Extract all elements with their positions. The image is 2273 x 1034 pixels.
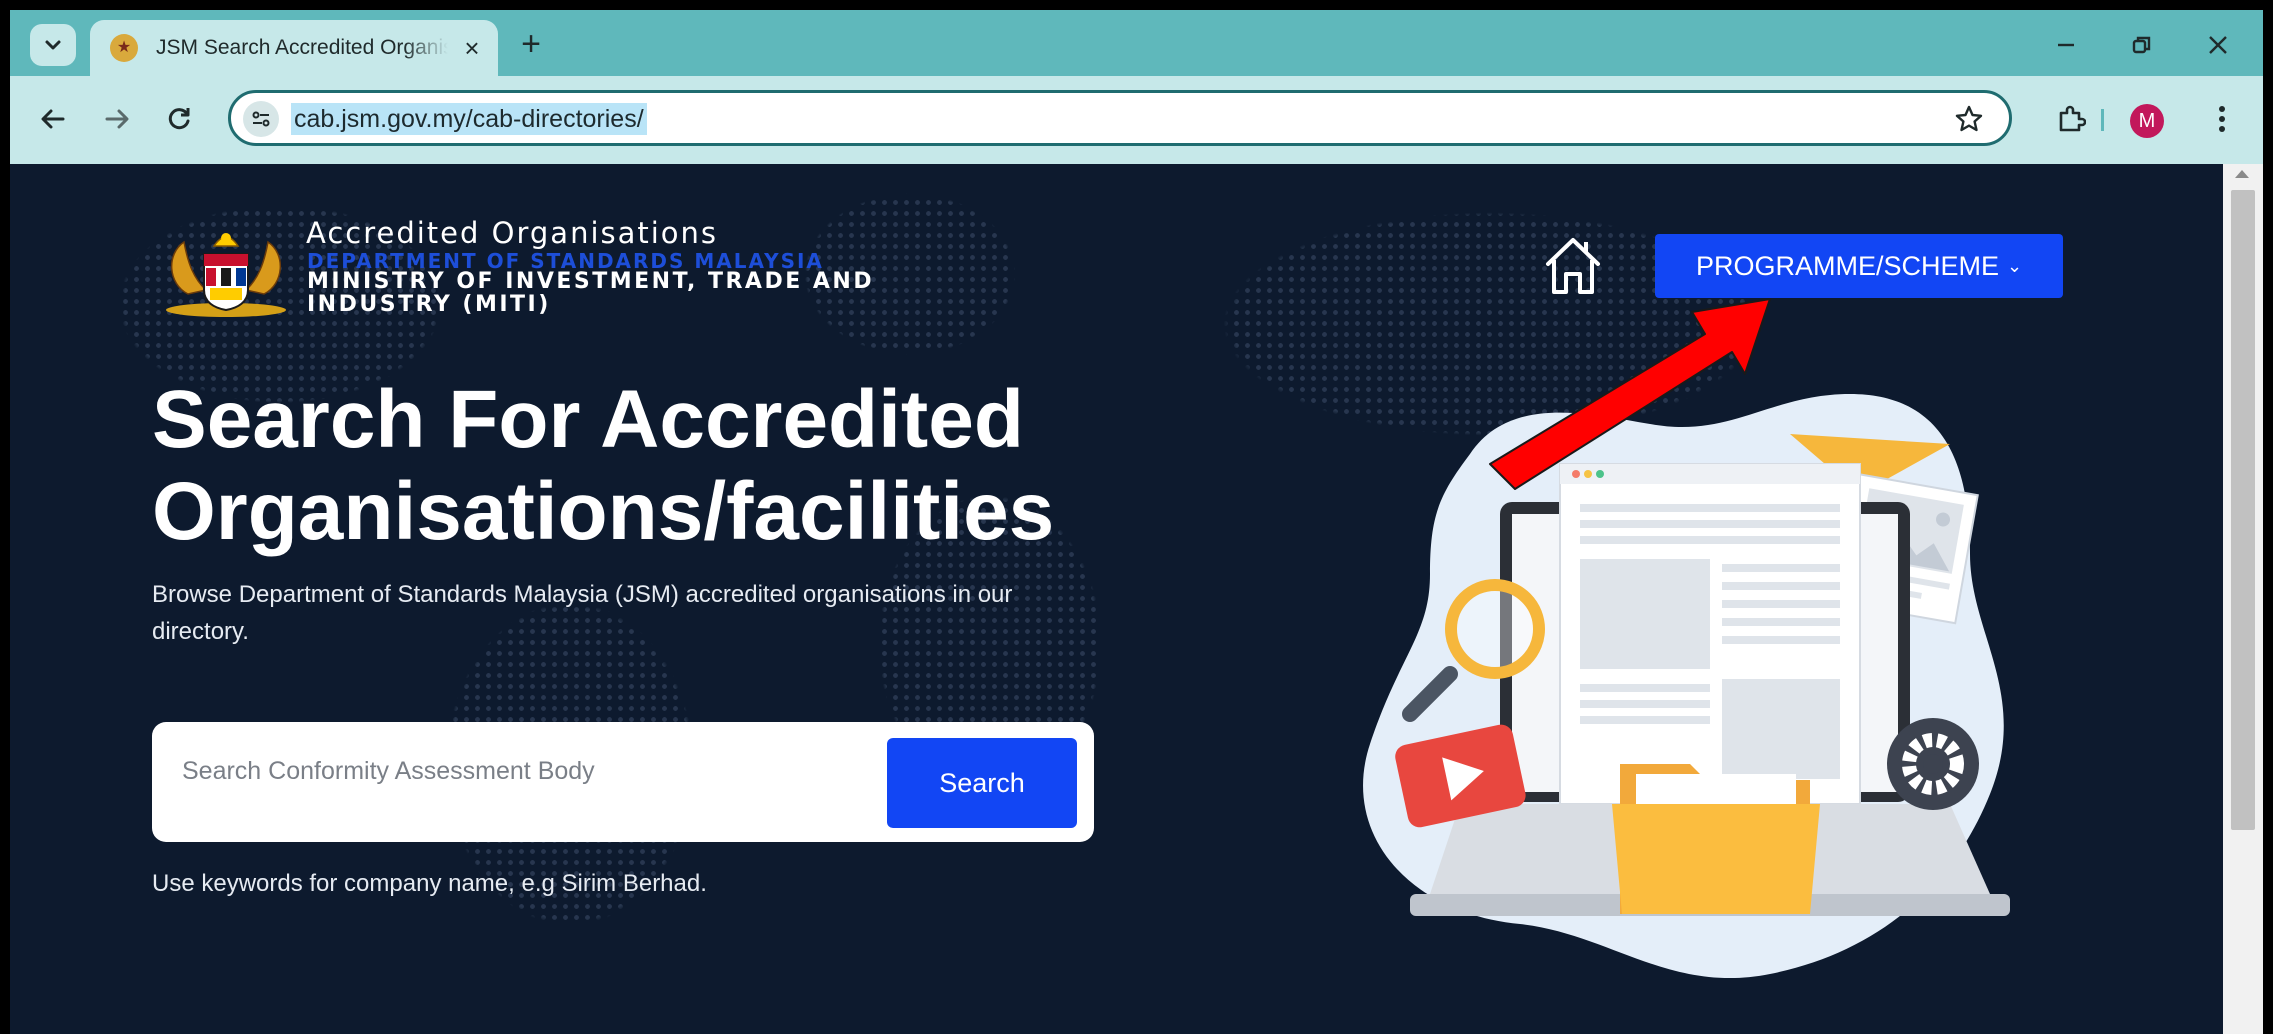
toolbar-divider [2101,109,2104,131]
tab-strip: ★ JSM Search Accredited Organisations × … [10,10,2263,76]
restore-icon [2132,36,2151,54]
back-arrow-icon [41,109,65,129]
kebab-menu-icon [2219,106,2225,132]
browser-toolbar: cab.jsm.gov.my/cab-directories/ M [10,76,2263,164]
minimize-icon [2058,43,2074,47]
site-info-button[interactable] [243,101,279,137]
reload-icon [168,108,190,130]
scroll-up-icon[interactable] [2235,170,2249,178]
close-window-button[interactable] [2190,24,2246,66]
site-info-icon [252,111,270,127]
search-input[interactable] [180,740,844,802]
forward-arrow-icon [105,109,129,129]
hero-title: Search For Accredited Organisations/faci… [152,374,1055,557]
coat-of-arms-logo [166,233,286,317]
browser-menu-button[interactable] [2202,96,2242,142]
page-content: Accredited Organisations DEPARTMENT OF S… [10,164,2223,1034]
profile-avatar[interactable]: M [2130,104,2164,138]
programme-scheme-label: PROGRAMME/SCHEME [1695,251,1999,281]
star-icon [1955,105,1983,132]
back-button[interactable] [30,96,76,142]
active-tab[interactable]: ★ JSM Search Accredited Organisations × [90,20,498,76]
bookmark-button[interactable] [1951,101,1987,137]
tab-close-button[interactable]: × [456,32,488,64]
url-text[interactable]: cab.jsm.gov.my/cab-directories/ [291,103,647,135]
search-hint: Use keywords for company name, e.g Sirim… [152,870,707,897]
chevron-down-icon [45,40,61,50]
annotation-arrow [1489,298,1771,490]
brand-title: Accredited Organisations [306,216,719,250]
extensions-icon [2059,105,2086,132]
brand-ministry: MINISTRY OF INVESTMENT, TRADE AND INDUST… [307,269,875,317]
search-form: Search [152,722,1094,842]
minimize-button[interactable] [2038,24,2094,66]
chevron-down-icon: ⌄ [2006,256,2023,276]
page-scrollbar[interactable] [2223,164,2263,1034]
scroll-thumb[interactable] [2231,190,2255,830]
tab-search-button[interactable] [30,24,76,66]
hero-description: Browse Department of Standards Malaysia … [152,581,1013,645]
close-icon [2209,36,2227,54]
forward-button[interactable] [94,96,140,142]
tab-title: JSM Search Accredited Organisations [156,36,448,59]
extensions-button[interactable] [2048,96,2094,142]
reload-button[interactable] [156,96,202,142]
new-tab-button[interactable]: + [510,24,552,66]
search-button[interactable]: Search [887,738,1077,828]
coat-of-arms-favicon-icon: ★ [110,34,138,62]
address-bar[interactable]: cab.jsm.gov.my/cab-directories/ [228,90,2012,146]
browser-window: ★ JSM Search Accredited Organisations × … [10,10,2263,1034]
restore-button[interactable] [2114,24,2170,66]
